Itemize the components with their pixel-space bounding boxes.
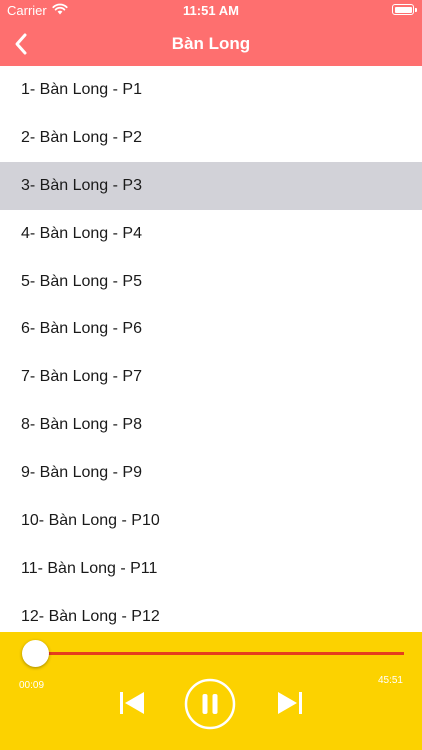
episode-row[interactable]: 3- Bàn Long - P3 (0, 161, 422, 210)
audio-player: 00:09 45:51 (0, 632, 422, 750)
episode-label: 8- Bàn Long - P8 (21, 416, 142, 434)
skip-previous-icon (120, 692, 144, 714)
progress-track[interactable] (34, 652, 404, 655)
next-button[interactable] (275, 688, 305, 718)
pause-icon (184, 678, 236, 730)
episode-label: 3- Bàn Long - P3 (21, 176, 142, 194)
episode-label: 12- Bàn Long - P12 (21, 607, 160, 625)
episode-label: 1- Bàn Long - P1 (21, 81, 142, 98)
current-time: 00:09 (19, 680, 45, 691)
episode-label: 10- Bàn Long - P10 (21, 512, 160, 530)
episode-row[interactable]: 9- Bàn Long - P9 (0, 449, 422, 498)
battery-icon (392, 4, 417, 15)
episode-row[interactable]: 2- Bàn Long - P2 (0, 113, 422, 162)
episode-row[interactable]: 4- Bàn Long - P4 (0, 209, 422, 258)
pause-button[interactable] (184, 678, 236, 730)
skip-next-icon (278, 692, 302, 714)
total-time: 45:51 (377, 675, 403, 686)
page-title: Bàn Long (171, 34, 251, 53)
status-time: 11:51 AM (183, 3, 239, 18)
navigation-bar: Bàn Long (0, 22, 422, 66)
episode-row[interactable]: 1- Bàn Long - P1 (0, 66, 422, 114)
episode-row[interactable]: 11- Bàn Long - P11 (0, 544, 422, 593)
episode-row[interactable]: 5- Bàn Long - P5 (0, 257, 422, 306)
status-bar: Carrier 11:51 AM (0, 0, 422, 22)
previous-button[interactable] (117, 688, 147, 718)
episode-row[interactable]: 12- Bàn Long - P12 (0, 592, 422, 632)
episode-label: 11- Bàn Long - P11 (21, 559, 158, 577)
episode-label: 9- Bàn Long - P9 (21, 464, 142, 482)
episode-label: 5- Bàn Long - P5 (21, 272, 142, 290)
episode-row[interactable]: 8- Bàn Long - P8 (0, 401, 422, 450)
episode-label: 7- Bàn Long - P7 (21, 368, 142, 386)
episode-label: 6- Bàn Long - P6 (21, 320, 142, 338)
episode-label: 2- Bàn Long - P2 (21, 128, 142, 146)
episode-label: 4- Bàn Long - P4 (21, 224, 142, 242)
progress-slider-thumb[interactable] (21, 640, 49, 667)
episode-row[interactable]: 6- Bàn Long - P6 (0, 305, 422, 354)
episode-list[interactable]: 1- Bàn Long - P1 2- Bàn Long - P2 3- Bàn L… (0, 66, 422, 632)
episode-row[interactable]: 7- Bàn Long - P7 (0, 353, 422, 402)
episode-row[interactable]: 10- Bàn Long - P10 (0, 497, 422, 545)
